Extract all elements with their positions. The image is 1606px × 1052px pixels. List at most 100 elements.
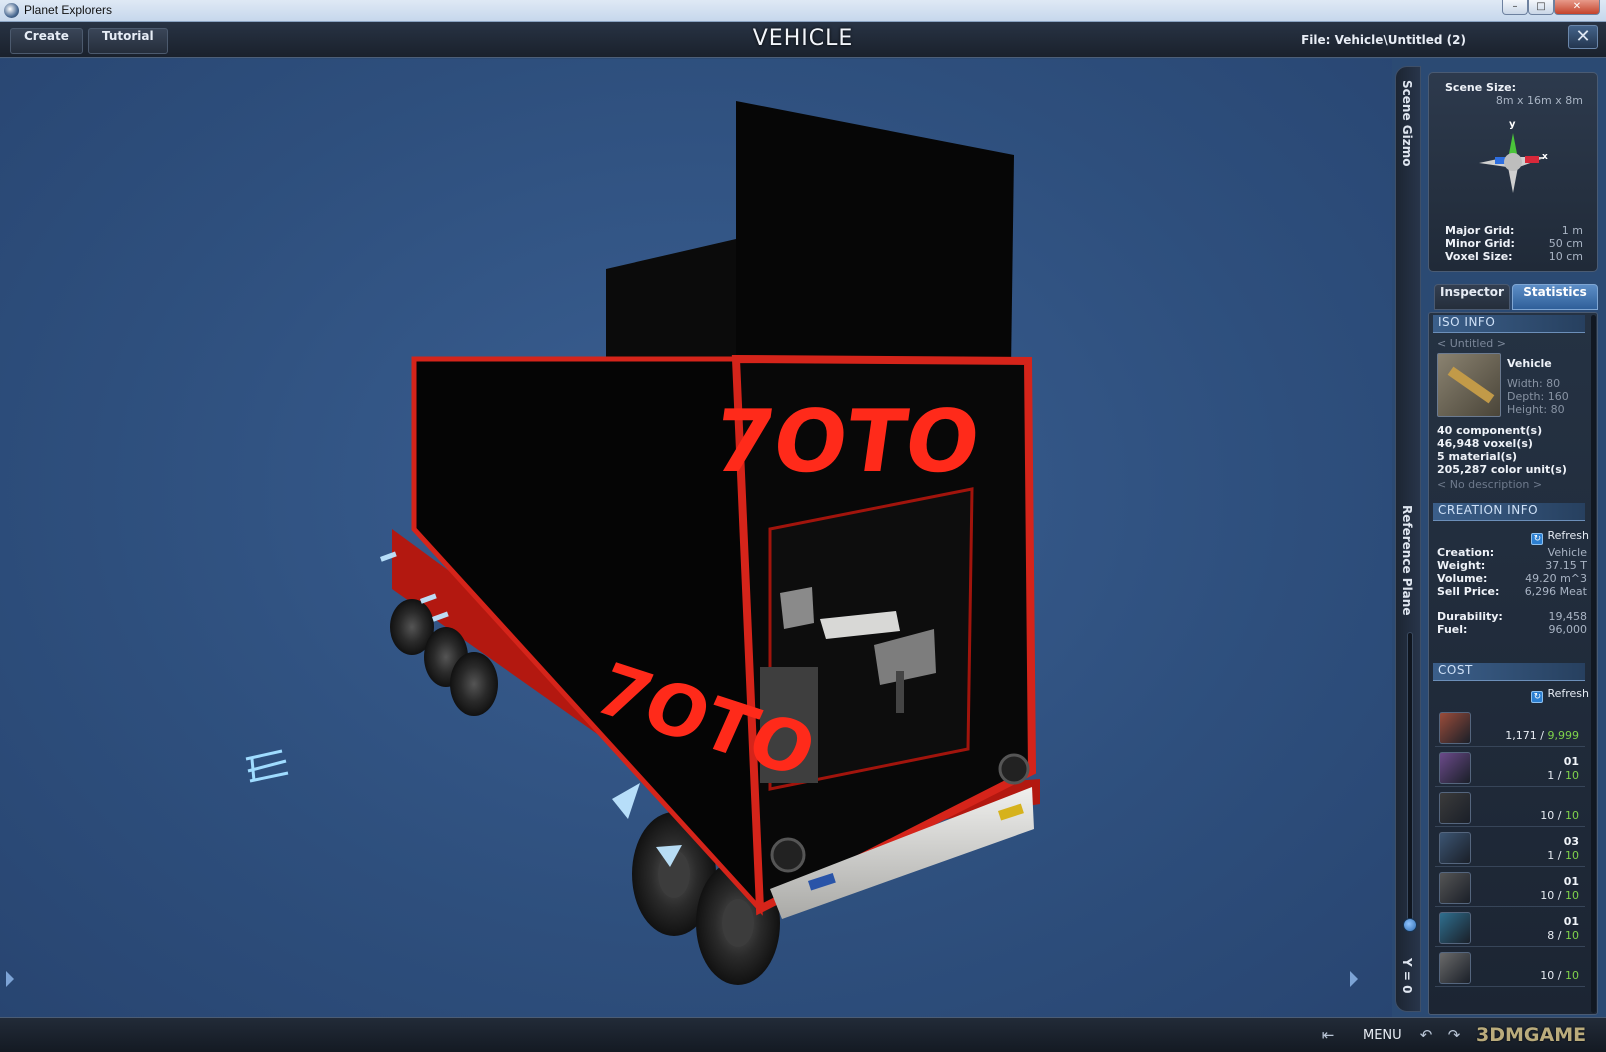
cost-item-count: 1,171 / 9,999 — [1505, 729, 1579, 742]
maximize-window-button[interactable]: □ — [1528, 0, 1554, 15]
voxel-size-label: Voxel Size: — [1445, 250, 1513, 263]
cost-separator: / — [1554, 769, 1565, 782]
scene-size-label: Scene Size: — [1445, 81, 1516, 94]
wheel-icon — [1439, 792, 1471, 824]
iso-voxels: 46,948 voxel(s) — [1437, 437, 1533, 450]
cost-item-name: 01 — [1563, 875, 1579, 888]
refresh-icon: ↻ — [1531, 691, 1544, 703]
cost-have: 1,171 — [1505, 729, 1537, 742]
cost-item-count: 1 / 10 — [1547, 769, 1579, 782]
scene-info-panel: Scene Size: 8m x 16m x 8m y x Major Grid… — [1428, 72, 1598, 272]
volume-value: 49.20 m^3 — [1525, 572, 1587, 585]
major-grid-value: 1 m — [1561, 224, 1583, 237]
app-globe-icon — [4, 3, 19, 18]
y-value-label: Y = 0 — [1400, 958, 1414, 994]
axis-gizmo[interactable]: y x — [1473, 113, 1553, 195]
cost-max: 10 — [1565, 969, 1579, 982]
cost-item-count: 10 / 10 — [1540, 809, 1579, 822]
minor-grid-value: 50 cm — [1548, 237, 1583, 250]
sell-price-value: 6,296 Meat — [1524, 585, 1587, 598]
iso-depth: Depth: 160 — [1507, 390, 1569, 403]
cost-max: 10 — [1565, 889, 1579, 902]
close-window-button[interactable]: ✕ — [1554, 0, 1600, 15]
iso-name: < Untitled > — [1437, 337, 1506, 350]
cost-max: 10 — [1565, 809, 1579, 822]
reference-plane-label[interactable]: Reference Plane — [1400, 505, 1414, 615]
iso-thumbnail — [1437, 353, 1501, 417]
cost-item[interactable]: 03 1 / 10 — [1435, 829, 1585, 867]
undo-icon[interactable]: ↶ — [1416, 1026, 1436, 1044]
seat-icon — [1439, 752, 1471, 784]
weight-label: Weight: — [1437, 559, 1486, 572]
vehicle-model[interactable]: 7OTO 7OTO — [0, 59, 1392, 1017]
tutorial-button[interactable]: Tutorial — [88, 28, 168, 54]
reference-plane-handle[interactable] — [245, 749, 289, 783]
cost-item[interactable]: 01 1 / 10 — [1435, 749, 1585, 787]
create-menu-button[interactable]: Create — [10, 28, 83, 54]
cost-refresh-button[interactable]: ↻ Refresh — [1531, 687, 1589, 703]
window-title: Planet Explorers — [24, 3, 113, 17]
redo-icon[interactable]: ↷ — [1444, 1026, 1464, 1044]
durability-label: Durability: — [1437, 610, 1503, 623]
cost-item[interactable]: 01 8 / 10 — [1435, 909, 1585, 947]
durability-value: 19,458 — [1548, 610, 1588, 623]
cost-separator: / — [1554, 849, 1565, 862]
cost-item-count: 8 / 10 — [1547, 929, 1579, 942]
voxel-size-value: 10 cm — [1548, 250, 1583, 263]
fuel-label: Fuel: — [1437, 623, 1468, 636]
3d-viewport[interactable]: 7OTO 7OTO — [0, 59, 1392, 1017]
material-block-icon — [1439, 712, 1471, 744]
refresh-icon: ↻ — [1531, 533, 1544, 545]
reference-plane-slider[interactable] — [1407, 632, 1413, 928]
volume-label: Volume: — [1437, 572, 1488, 585]
cost-max: 10 — [1565, 769, 1579, 782]
scene-gizmo-label[interactable]: Scene Gizmo — [1400, 80, 1414, 166]
cost-have: 10 — [1540, 969, 1555, 982]
iso-type: Vehicle — [1507, 357, 1552, 370]
cost-item[interactable]: 01 10 / 10 — [1435, 869, 1585, 907]
iso-width: Width: 80 — [1507, 377, 1561, 390]
iso-components: 40 component(s) — [1437, 424, 1543, 437]
cost-item-name: 01 — [1563, 915, 1579, 928]
creation-value: Vehicle — [1547, 546, 1587, 559]
creation-info-header: CREATION INFO — [1433, 503, 1585, 521]
viewport-arrow-left — [6, 971, 14, 987]
axis-x-label: x — [1542, 152, 1548, 162]
cost-item[interactable]: 10 / 10 — [1435, 789, 1585, 827]
statistics-panel: ISO INFO < Untitled > Vehicle Width: 80 … — [1428, 312, 1598, 1015]
cost-have: 10 — [1540, 889, 1555, 902]
cost-item-name: 01 — [1563, 755, 1579, 768]
previous-arrow-icon[interactable]: ⇤ — [1318, 1026, 1338, 1044]
cost-separator: / — [1554, 969, 1565, 982]
cost-item[interactable]: 1,171 / 9,999 — [1435, 709, 1585, 747]
editor-header: Create Tutorial VEHICLE File: Vehicle\Un… — [0, 22, 1606, 58]
iso-info-header: ISO INFO — [1433, 315, 1585, 333]
statistics-scrollbar[interactable] — [1591, 315, 1596, 1013]
cost-item[interactable]: 10 / 10 — [1435, 949, 1585, 987]
cost-item-name: 03 — [1563, 835, 1579, 848]
cost-have: 10 — [1540, 809, 1555, 822]
cost-item-count: 10 / 10 — [1540, 969, 1579, 982]
axis-y-label: y — [1509, 119, 1516, 130]
weight-value: 37.15 T — [1545, 559, 1587, 572]
creation-label: Creation: — [1437, 546, 1495, 559]
creation-refresh-button[interactable]: ↻ Refresh — [1531, 529, 1589, 545]
cost-item-count: 10 / 10 — [1540, 889, 1579, 902]
cost-max: 10 — [1565, 929, 1579, 942]
reference-plane-slider-handle[interactable] — [1403, 918, 1417, 932]
cost-item-count: 1 / 10 — [1547, 849, 1579, 862]
tab-inspector[interactable]: Inspector — [1434, 284, 1510, 310]
headlight-icon — [1439, 872, 1471, 904]
menu-button[interactable]: MENU — [1363, 1028, 1402, 1043]
minimize-window-button[interactable]: – — [1502, 0, 1528, 15]
close-editor-button[interactable]: ✕ — [1568, 25, 1598, 49]
engine-icon — [1439, 832, 1471, 864]
tab-statistics[interactable]: Statistics — [1512, 284, 1598, 310]
major-grid-label: Major Grid: — [1445, 224, 1515, 237]
chair-icon — [1439, 952, 1471, 984]
minor-grid-label: Minor Grid: — [1445, 237, 1515, 250]
watermark-3dmgame: 3DMGAME — [1476, 1024, 1587, 1046]
right-headlight — [998, 753, 1030, 785]
viewport-arrow-right — [1350, 971, 1358, 987]
iso-height: Height: 80 — [1507, 403, 1565, 416]
